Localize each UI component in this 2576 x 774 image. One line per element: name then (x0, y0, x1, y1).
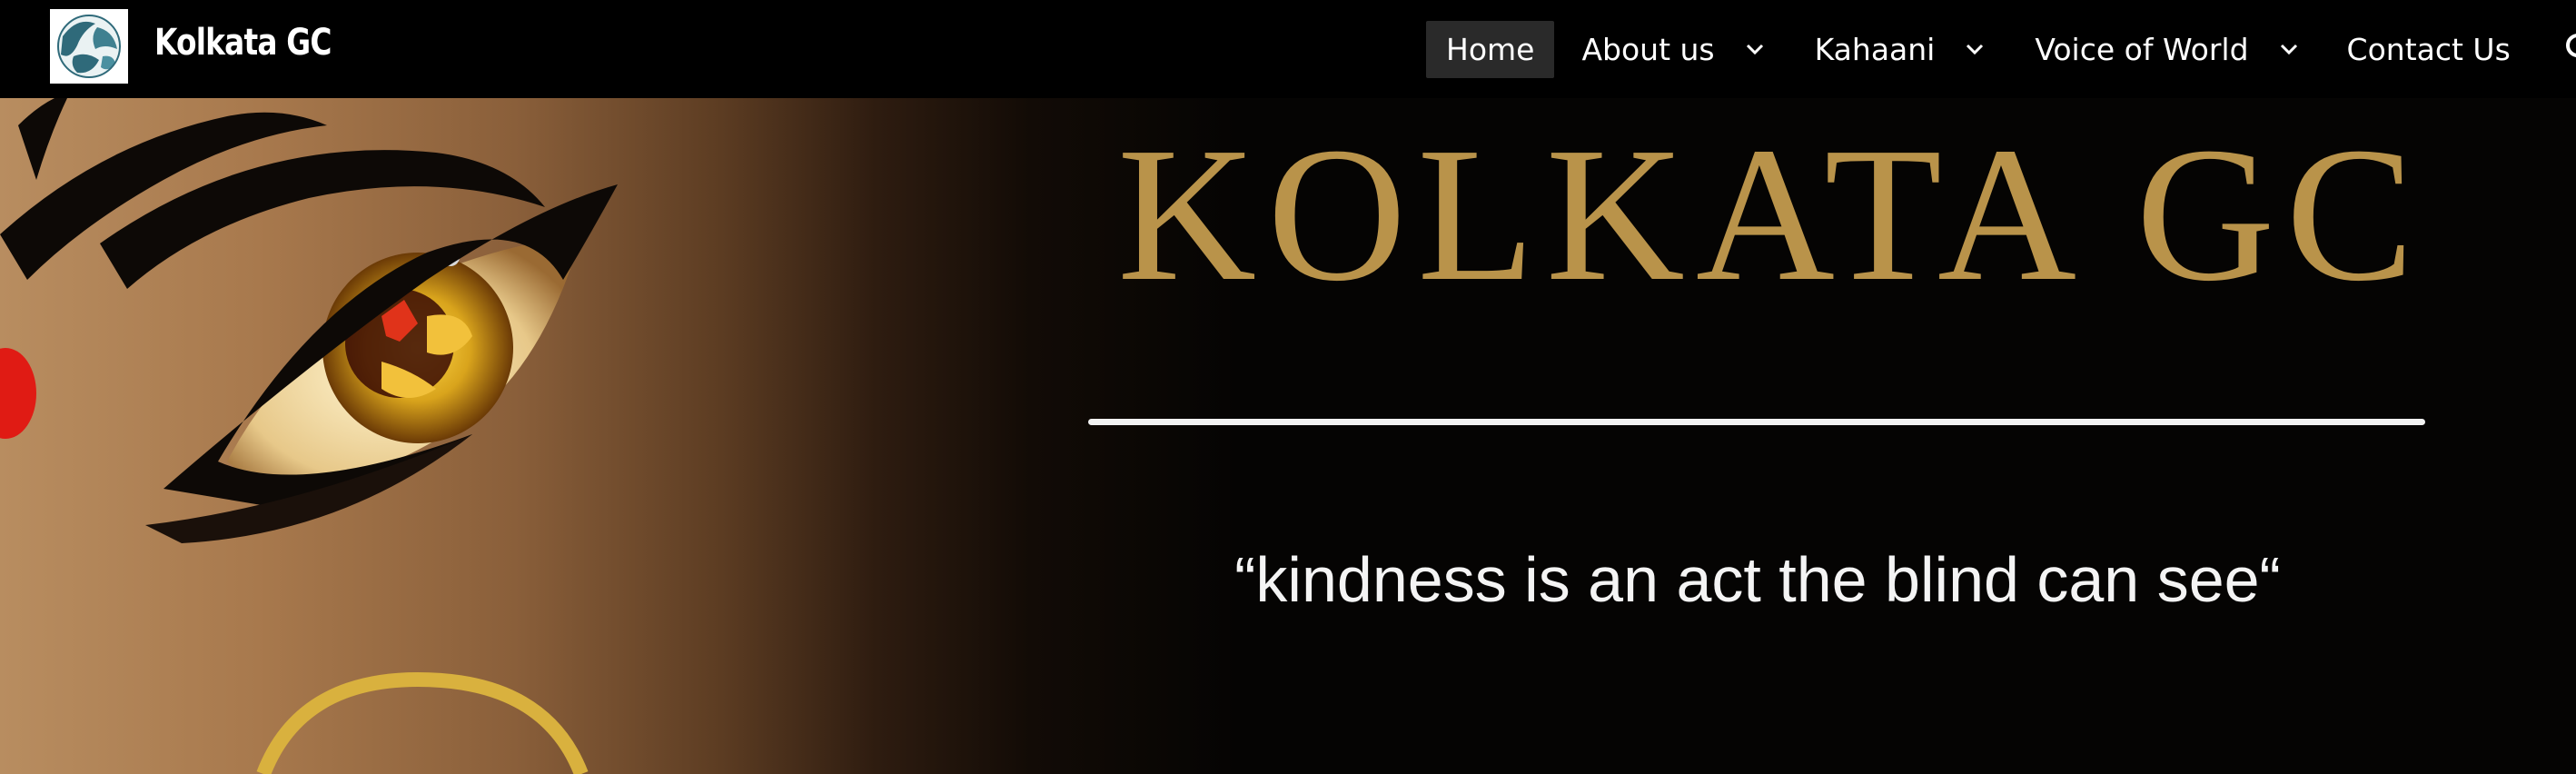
nav-item-contact-us-label: Contact Us (2346, 31, 2511, 67)
search-icon[interactable] (2563, 31, 2576, 67)
site-title[interactable]: Kolkata GC (154, 22, 332, 64)
nav-item-voice-of-world-label: Voice of World (2035, 31, 2249, 67)
nav-item-about-us[interactable]: About us (1581, 32, 1767, 67)
nav-item-home-label: Home (1446, 31, 1535, 67)
hero-quote: “kindness is an act the blind can see“ (1234, 544, 2281, 615)
hero-title: KOLKATA GC (1117, 107, 2425, 321)
chevron-down-icon[interactable] (1962, 36, 1987, 62)
goddess-eye-illustration (0, 98, 618, 774)
hero-divider (1088, 419, 2425, 425)
site-logo[interactable] (50, 9, 128, 84)
nav-item-kahaani[interactable]: Kahaani (1815, 32, 1988, 67)
nav-item-about-us-label: About us (1581, 31, 1715, 67)
hero-banner: KOLKATA GC “kindness is an act the blind… (0, 98, 2576, 774)
nav-item-kahaani-label: Kahaani (1814, 31, 1936, 67)
chevron-down-icon[interactable] (1742, 36, 1768, 62)
nav-item-voice-of-world[interactable]: Voice of World (2035, 32, 2301, 67)
nav-item-contact-us[interactable]: Contact Us (2347, 32, 2511, 67)
top-navigation-bar: Kolkata GC Home About us Kahaani Voice o… (0, 0, 2576, 98)
chevron-down-icon[interactable] (2276, 36, 2302, 62)
globe-logo-icon (50, 9, 128, 84)
main-nav: Home About us Kahaani Voice of World Con… (1426, 0, 2576, 98)
nav-item-home[interactable]: Home (1426, 20, 1555, 78)
